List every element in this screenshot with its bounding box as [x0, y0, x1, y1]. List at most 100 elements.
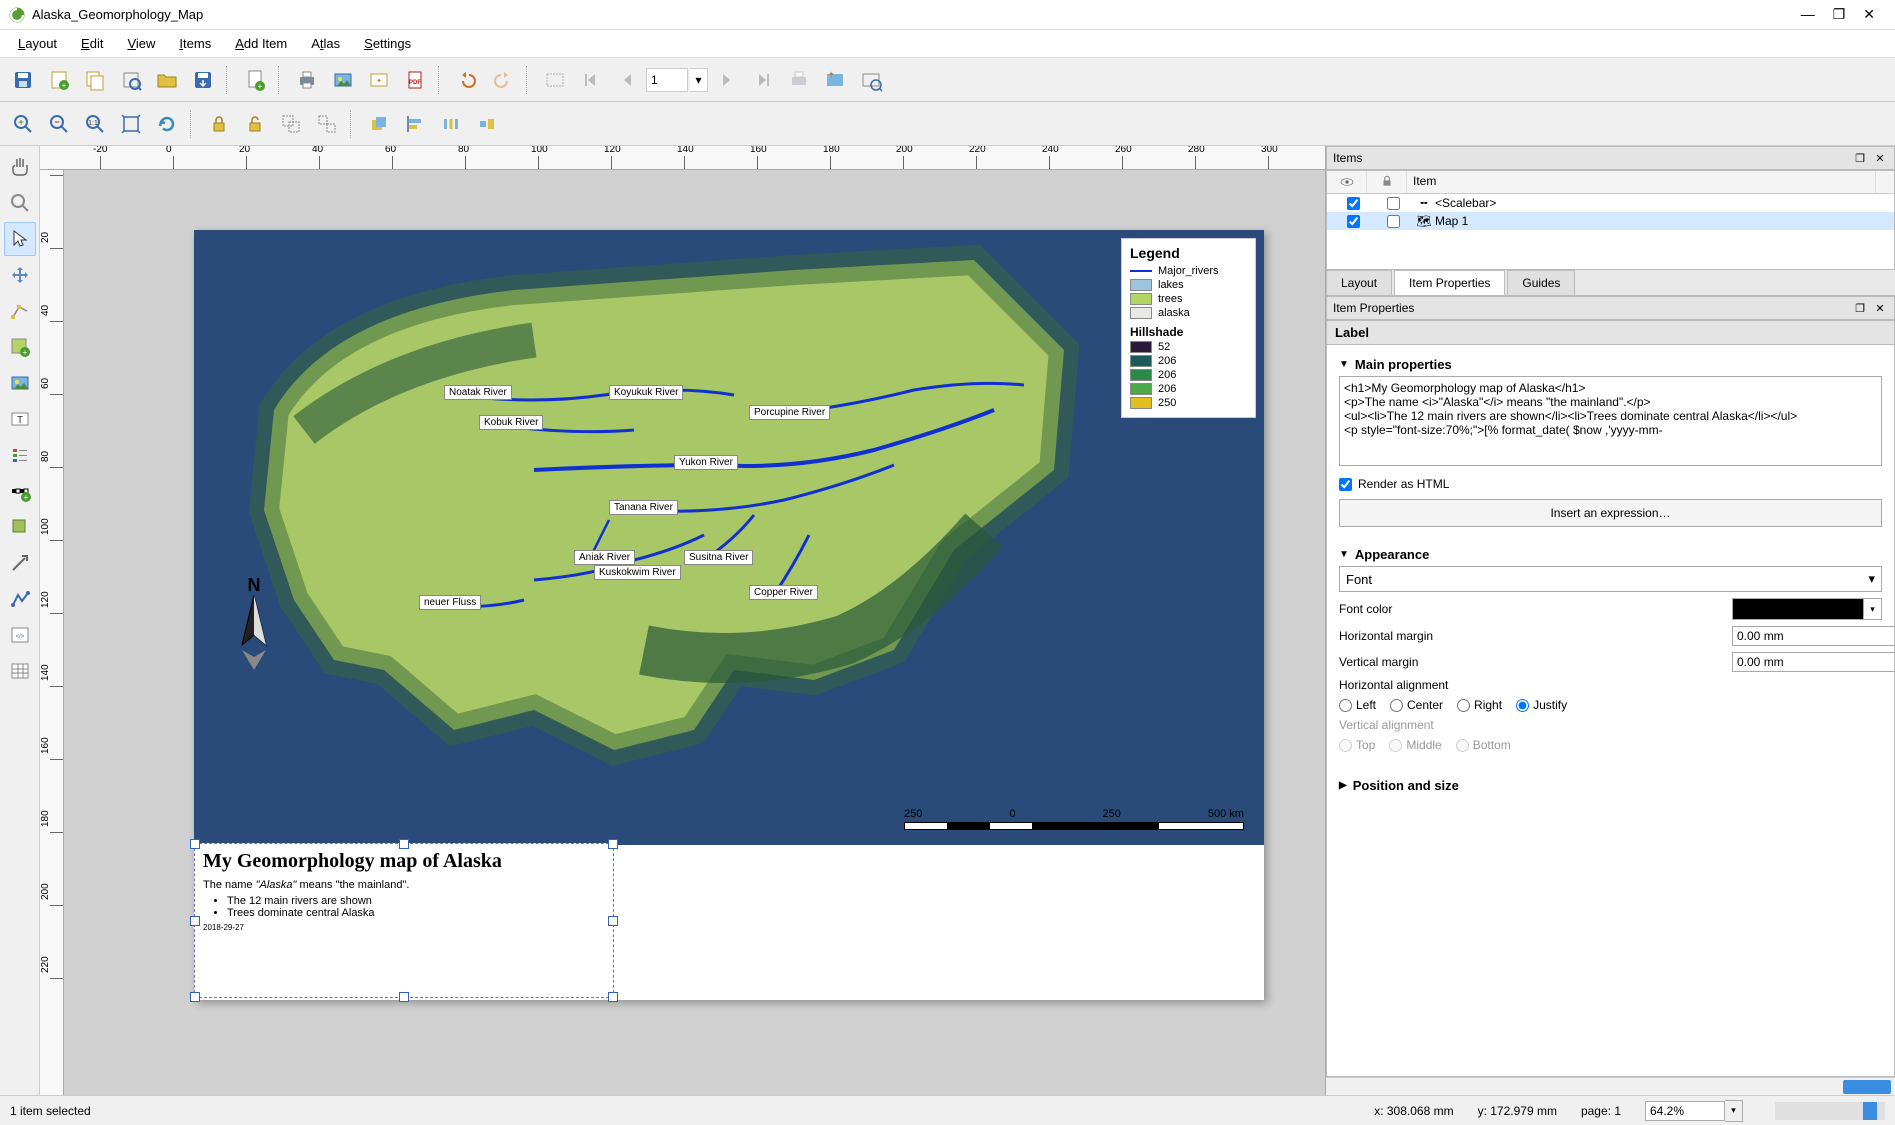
atlas-next-button[interactable]	[710, 63, 744, 97]
render-html-checkbox[interactable]	[1339, 478, 1352, 491]
save-button[interactable]	[6, 63, 40, 97]
halign-left[interactable]: Left	[1339, 698, 1376, 712]
window-minimize-button[interactable]: —	[1801, 6, 1815, 23]
item-visible-checkbox[interactable]	[1347, 197, 1360, 210]
zoom-out-button[interactable]: −	[42, 107, 76, 141]
menu-atlas[interactable]: Atlas	[301, 32, 350, 55]
items-row[interactable]: 🗺Map 1	[1327, 212, 1894, 230]
font-color-button[interactable]: ▾	[1732, 598, 1882, 620]
tab-guides[interactable]: Guides	[1507, 270, 1575, 295]
items-list[interactable]: Item ╍<Scalebar>🗺Map 1	[1326, 170, 1895, 270]
zoom-in-button[interactable]: +	[6, 107, 40, 141]
atlas-page-dropdown[interactable]: ▾	[690, 68, 708, 92]
print-button[interactable]	[290, 63, 324, 97]
raise-button[interactable]	[362, 107, 396, 141]
ungroup-button[interactable]	[310, 107, 344, 141]
undo-button[interactable]	[450, 63, 484, 97]
layout-manager-button[interactable]	[114, 63, 148, 97]
add-arrow-tool[interactable]	[4, 546, 36, 580]
add-picture-tool[interactable]	[4, 366, 36, 400]
save-as-template-button[interactable]	[186, 63, 220, 97]
item-lock-checkbox[interactable]	[1387, 215, 1400, 228]
add-shape-tool[interactable]	[4, 510, 36, 544]
atlas-preview-button[interactable]	[538, 63, 572, 97]
items-row[interactable]: ╍<Scalebar>	[1327, 194, 1894, 212]
halign-center[interactable]: Center	[1390, 698, 1443, 712]
north-arrow[interactable]: N	[224, 575, 284, 675]
menu-layout[interactable]: Layout	[8, 32, 67, 55]
v-margin-spinner[interactable]: ▲▼	[1732, 652, 1882, 672]
props-hscrollbar[interactable]	[1326, 1077, 1895, 1095]
atlas-print-button[interactable]	[782, 63, 816, 97]
atlas-first-button[interactable]	[574, 63, 608, 97]
h-margin-spinner[interactable]: ▲▼	[1732, 626, 1882, 646]
label-item[interactable]: My Geomorphology map of Alaska The name …	[194, 843, 614, 998]
position-size-toggle[interactable]: Position and size	[1339, 774, 1882, 797]
edit-nodes-tool[interactable]	[4, 294, 36, 328]
menu-edit[interactable]: Edit	[71, 32, 113, 55]
atlas-last-button[interactable]	[746, 63, 780, 97]
add-label-tool[interactable]: T	[4, 402, 36, 436]
group-button[interactable]	[274, 107, 308, 141]
halign-right[interactable]: Right	[1457, 698, 1502, 712]
add-scalebar-tool[interactable]: +	[4, 474, 36, 508]
add-page-button[interactable]: +	[238, 63, 272, 97]
layout-canvas[interactable]: Noatak RiverKoyukuk RiverKobuk RiverPorc…	[64, 170, 1325, 1095]
add-map-tool[interactable]: +	[4, 330, 36, 364]
items-close-icon[interactable]: ✕	[1872, 150, 1888, 166]
insert-expression-button[interactable]: Insert an expression…	[1339, 499, 1882, 527]
item-lock-checkbox[interactable]	[1387, 197, 1400, 210]
window-close-button[interactable]: ✕	[1863, 6, 1875, 23]
add-table-tool[interactable]	[4, 654, 36, 688]
duplicate-layout-button[interactable]	[78, 63, 112, 97]
zoom-actual-button[interactable]: 1:1	[78, 107, 112, 141]
atlas-settings-button[interactable]	[854, 63, 888, 97]
props-close-icon[interactable]: ✕	[1872, 300, 1888, 316]
unlock-button[interactable]	[238, 107, 272, 141]
align-left-button[interactable]	[398, 107, 432, 141]
main-properties-toggle[interactable]: Main properties	[1339, 353, 1882, 376]
halign-justify[interactable]: Justify	[1516, 698, 1567, 712]
zoom-full-button[interactable]	[114, 107, 148, 141]
legend-row: lakes	[1130, 279, 1247, 291]
pan-tool[interactable]	[4, 150, 36, 184]
lock-button[interactable]	[202, 107, 236, 141]
props-undock-icon[interactable]: ❐	[1852, 300, 1868, 316]
refresh-button[interactable]	[150, 107, 184, 141]
menu-add-item[interactable]: Add Item	[225, 32, 297, 55]
zoom-slider[interactable]	[1775, 1102, 1885, 1120]
add-html-tool[interactable]: </>	[4, 618, 36, 652]
distribute-button[interactable]	[434, 107, 468, 141]
window-maximize-button[interactable]: ❐	[1833, 6, 1846, 23]
atlas-prev-button[interactable]	[610, 63, 644, 97]
move-content-tool[interactable]	[4, 258, 36, 292]
label-html-textarea[interactable]	[1339, 376, 1882, 466]
export-image-button[interactable]	[326, 63, 360, 97]
scalebar-item-icon: ╍	[1413, 196, 1435, 210]
appearance-toggle[interactable]: Appearance	[1339, 543, 1882, 566]
add-node-tool[interactable]	[4, 582, 36, 616]
new-layout-button[interactable]: +	[42, 63, 76, 97]
svg-text:</>: </>	[15, 634, 24, 640]
export-pdf-button[interactable]: PDF	[398, 63, 432, 97]
resize-button[interactable]	[470, 107, 504, 141]
items-undock-icon[interactable]: ❐	[1852, 150, 1868, 166]
select-tool[interactable]	[4, 222, 36, 256]
zoom-combobox[interactable]: ▾	[1645, 1100, 1743, 1122]
item-visible-checkbox[interactable]	[1347, 215, 1360, 228]
menu-settings[interactable]: Settings	[354, 32, 421, 55]
tab-item-properties[interactable]: Item Properties	[1394, 270, 1505, 295]
atlas-page-input[interactable]	[646, 68, 688, 92]
tab-layout[interactable]: Layout	[1326, 270, 1392, 295]
add-legend-tool[interactable]	[4, 438, 36, 472]
open-folder-button[interactable]	[150, 63, 184, 97]
font-dropdown[interactable]: Font▾	[1339, 566, 1882, 592]
atlas-export-button[interactable]: ✦	[818, 63, 852, 97]
menu-items[interactable]: Items	[169, 32, 221, 55]
menu-view[interactable]: View	[117, 32, 165, 55]
map-frame[interactable]: Noatak RiverKoyukuk RiverKobuk RiverPorc…	[194, 230, 1264, 845]
scalebar-item[interactable]: 2500250500 km	[904, 808, 1244, 830]
redo-button[interactable]	[486, 63, 520, 97]
export-svg-button[interactable]: ✦	[362, 63, 396, 97]
zoom-tool[interactable]	[4, 186, 36, 220]
